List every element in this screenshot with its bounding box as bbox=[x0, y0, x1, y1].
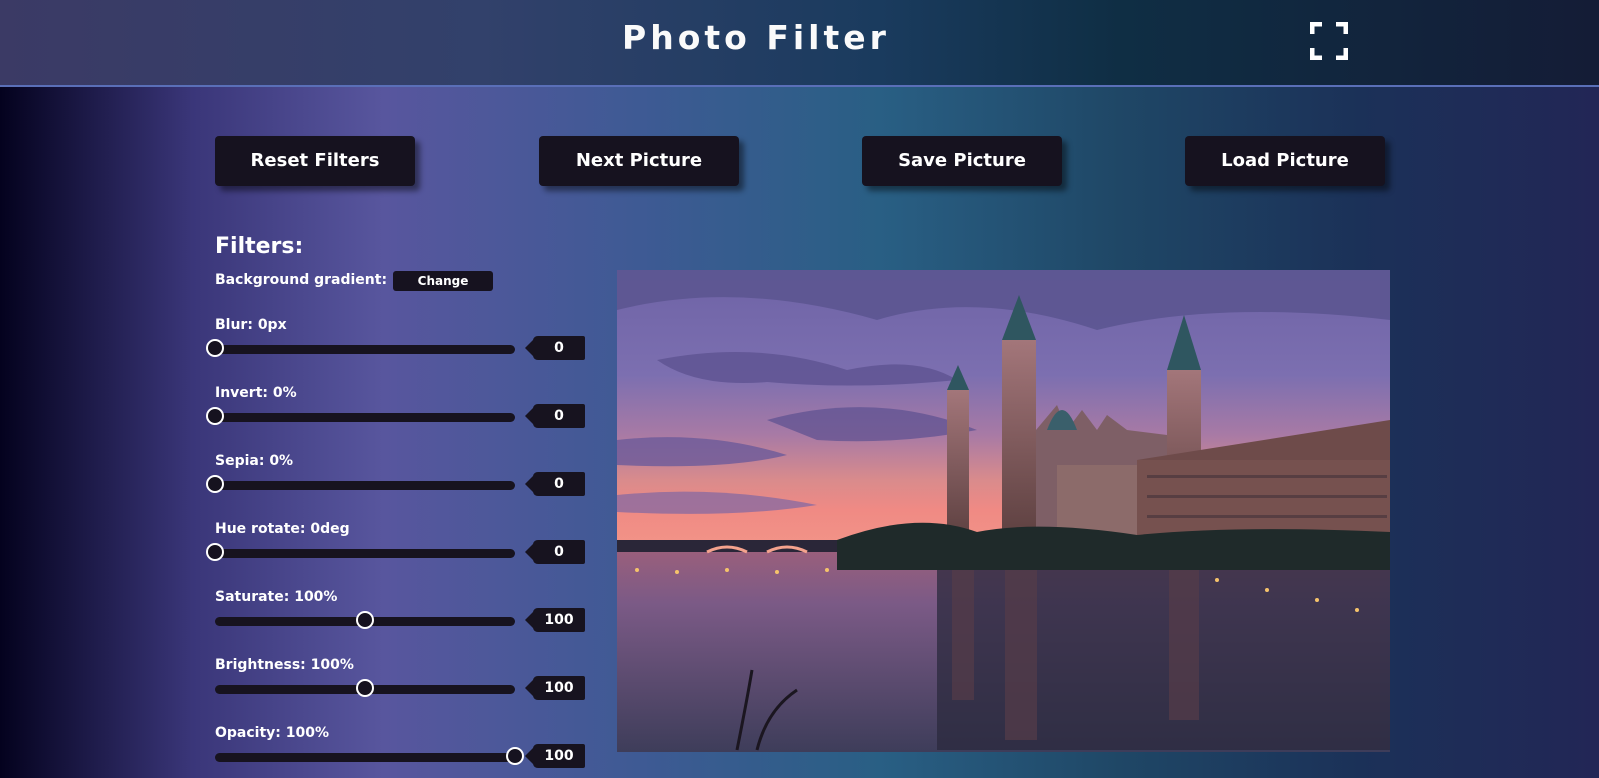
filter-saturate: Saturate: 100% 100 bbox=[215, 589, 585, 649]
value-text: 100 bbox=[544, 748, 574, 764]
slider-thumb[interactable] bbox=[206, 475, 224, 493]
filter-label: Saturate: 100% bbox=[215, 589, 338, 605]
slider-track[interactable] bbox=[206, 339, 515, 357]
value-input[interactable]: 100 bbox=[525, 608, 585, 632]
slider-track[interactable] bbox=[206, 407, 515, 425]
slider-thumb[interactable] bbox=[356, 679, 374, 697]
value-text: 100 bbox=[544, 612, 574, 628]
slider-track[interactable] bbox=[215, 747, 524, 765]
slider-thumb[interactable] bbox=[206, 407, 224, 425]
filter-label: Hue rotate: 0deg bbox=[215, 521, 350, 537]
filter-label: Blur: 0px bbox=[215, 317, 287, 333]
slider-thumb[interactable] bbox=[206, 339, 224, 357]
value-input[interactable]: 0 bbox=[525, 404, 585, 428]
filter-label: Brightness: 100% bbox=[215, 657, 354, 673]
value-text: 0 bbox=[554, 340, 564, 356]
filter-sepia: Sepia: 0% 0 bbox=[206, 453, 585, 513]
slider-thumb[interactable] bbox=[356, 611, 374, 629]
slider-track[interactable] bbox=[215, 679, 515, 697]
slider-thumb[interactable] bbox=[506, 747, 524, 765]
filter-label: Sepia: 0% bbox=[215, 453, 294, 469]
value-input[interactable]: 0 bbox=[525, 336, 585, 360]
filter-invert: Invert: 0% 0 bbox=[206, 385, 585, 445]
header-bar: Photo Filter bbox=[0, 0, 1599, 87]
value-input[interactable]: 0 bbox=[525, 472, 585, 496]
slider-track[interactable] bbox=[206, 475, 515, 493]
change-gradient-button[interactable]: Change bbox=[393, 271, 493, 291]
slider-thumb[interactable] bbox=[206, 543, 224, 561]
filter-blur: Blur: 0px 0 bbox=[206, 317, 585, 377]
reset-filters-button[interactable]: Reset Filters bbox=[215, 136, 415, 186]
page-title: Photo Filter bbox=[622, 18, 890, 57]
slider-track[interactable] bbox=[215, 611, 515, 629]
value-input[interactable]: 100 bbox=[525, 744, 585, 768]
filter-label: Invert: 0% bbox=[215, 385, 297, 401]
load-picture-button[interactable]: Load Picture bbox=[1185, 136, 1385, 186]
filters-heading: Filters: bbox=[215, 234, 304, 259]
next-picture-button[interactable]: Next Picture bbox=[539, 136, 739, 186]
filter-label: Opacity: 100% bbox=[215, 725, 330, 741]
filter-hue-rotate: Hue rotate: 0deg 0 bbox=[206, 521, 585, 581]
value-text: 0 bbox=[554, 408, 564, 424]
background-gradient-label: Background gradient: bbox=[215, 272, 388, 288]
value-text: 0 bbox=[554, 544, 564, 560]
photo-preview bbox=[617, 270, 1390, 752]
value-text: 100 bbox=[544, 680, 574, 696]
filter-opacity: Opacity: 100% 100 bbox=[215, 725, 585, 775]
value-text: 0 bbox=[554, 476, 564, 492]
fullscreen-icon[interactable] bbox=[1309, 21, 1349, 61]
save-picture-button[interactable]: Save Picture bbox=[862, 136, 1062, 186]
value-input[interactable]: 0 bbox=[525, 540, 585, 564]
cathedral-sunset-image bbox=[617, 270, 1390, 752]
value-input[interactable]: 100 bbox=[525, 676, 585, 700]
filter-brightness: Brightness: 100% 100 bbox=[215, 657, 585, 717]
slider-track[interactable] bbox=[206, 543, 515, 561]
